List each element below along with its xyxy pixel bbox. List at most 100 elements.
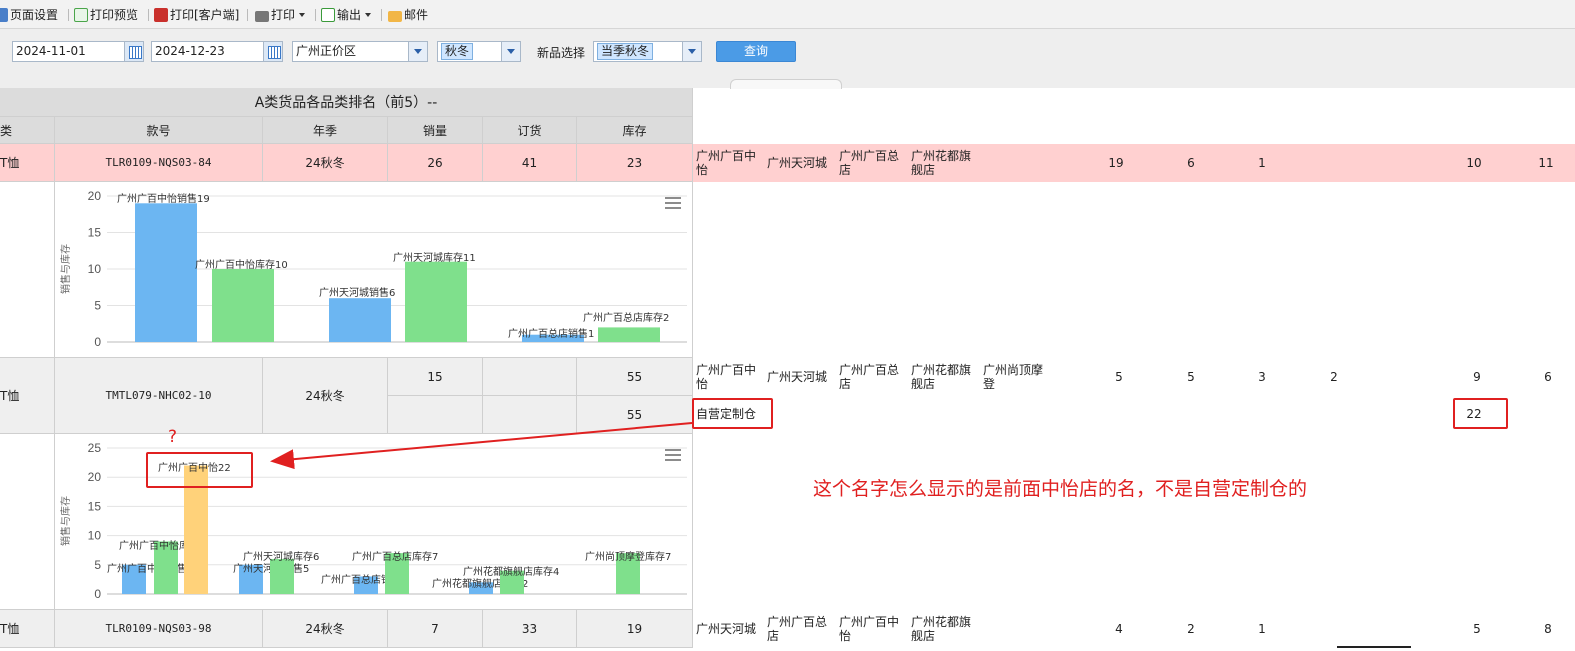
divider bbox=[247, 9, 248, 21]
row1-season: 24秋冬 bbox=[263, 144, 388, 182]
col-header-cat: 类 bbox=[0, 117, 55, 144]
row2-sku[interactable]: TMTL079-NHC02-10 bbox=[55, 358, 263, 434]
season-select[interactable]: 秋冬 bbox=[437, 41, 521, 62]
bar bbox=[270, 558, 294, 594]
region-select[interactable]: 广州正价区 bbox=[292, 41, 428, 62]
toolbar: 页面设置 打印预览 打印[客户端] 打印 输出 邮件 bbox=[0, 0, 1575, 29]
r1-num-4: 10 bbox=[1466, 156, 1482, 170]
row1-cat: T恤 bbox=[0, 144, 55, 182]
row1-sales: 26 bbox=[388, 144, 483, 182]
mail-button[interactable]: 邮件 bbox=[388, 6, 428, 24]
calendar-icon[interactable] bbox=[263, 42, 282, 61]
data-label: 广州花都旗舰店库存4 bbox=[463, 565, 559, 578]
bar bbox=[598, 327, 660, 342]
new-product-select[interactable]: 当季秋冬 bbox=[593, 41, 702, 62]
query-button[interactable]: 查询 bbox=[716, 41, 796, 62]
new-product-label: 新品选择 bbox=[537, 46, 586, 60]
y-tick-label: 10 bbox=[88, 262, 102, 276]
print-client-button[interactable]: 打印[客户端] bbox=[154, 6, 239, 24]
data-label: 广州广百中怡库存10 bbox=[195, 258, 288, 271]
chevron-down-icon[interactable] bbox=[501, 42, 520, 61]
row3-order: 33 bbox=[483, 610, 577, 648]
r1-num-5: 11 bbox=[1538, 156, 1554, 170]
arrow-icon bbox=[270, 422, 693, 470]
print-client-label: 打印[客户端] bbox=[170, 8, 240, 22]
divider bbox=[68, 9, 69, 21]
divider bbox=[148, 9, 149, 21]
bar bbox=[212, 269, 274, 342]
r1-num-3: 1 bbox=[1258, 156, 1266, 170]
mail-label: 邮件 bbox=[404, 8, 429, 22]
r2-num-4: 2 bbox=[1330, 370, 1338, 384]
r2-num-3: 3 bbox=[1258, 370, 1266, 384]
r1-store-1: 广州广百中怡 bbox=[696, 149, 757, 177]
data-label: 广州广百总店销售1 bbox=[508, 327, 594, 340]
report-table: A类货品各品类排名（前5）-- 类 款号 年季 销量 订货 库存 T恤 TLR0… bbox=[0, 88, 693, 651]
row3-cat: T恤 bbox=[0, 610, 55, 648]
chart2-left-spacer bbox=[0, 434, 55, 610]
r2-store-2: 广州天河城 bbox=[767, 370, 828, 384]
export-button[interactable]: 输出 bbox=[321, 6, 372, 24]
data-label: 广州广百总店库存7 bbox=[352, 550, 438, 563]
r2-store-1: 广州广百中怡 bbox=[696, 363, 757, 391]
y-tick-label: 25 bbox=[88, 441, 102, 455]
data-label: 广州天河城库存11 bbox=[393, 251, 476, 264]
r3-num-5: 8 bbox=[1544, 622, 1552, 636]
r3-num-4: 5 bbox=[1473, 622, 1481, 636]
chevron-down-icon bbox=[365, 13, 372, 17]
r2-store-3: 广州广百总店 bbox=[839, 363, 900, 391]
r3-store-1: 广州天河城 bbox=[696, 622, 757, 636]
r3-store-2: 广州广百总店 bbox=[767, 615, 828, 643]
data-label: 广州天河城销售6 bbox=[319, 286, 395, 299]
col-header-stock: 库存 bbox=[577, 117, 693, 144]
chevron-down-icon[interactable] bbox=[682, 42, 701, 61]
y-tick-label: 15 bbox=[88, 499, 102, 513]
print-preview-label: 打印预览 bbox=[90, 8, 139, 22]
print-label: 打印 bbox=[271, 8, 296, 22]
printer-icon bbox=[255, 11, 269, 22]
col-header-sales: 销量 bbox=[388, 117, 483, 144]
page-setup-button[interactable]: 页面设置 bbox=[0, 6, 58, 24]
row3-stock: 19 bbox=[577, 610, 693, 648]
y-tick-label: 0 bbox=[94, 335, 101, 349]
question-mark: ? bbox=[168, 427, 178, 447]
print-preview-button[interactable]: 打印预览 bbox=[74, 6, 138, 24]
row2-stock: 55 bbox=[577, 358, 693, 396]
row2-cat: T恤 bbox=[0, 358, 55, 434]
chart1-left-spacer bbox=[0, 182, 55, 358]
r2-store-5: 广州尚顶摩登 bbox=[983, 363, 1044, 391]
col-header-season: 年季 bbox=[263, 117, 388, 144]
row3-sku[interactable]: TLR0109-NQS03-98 bbox=[55, 610, 263, 648]
divider bbox=[381, 9, 382, 21]
y-tick-label: 20 bbox=[88, 470, 102, 484]
collapse-handle[interactable] bbox=[730, 79, 842, 89]
pdf-icon bbox=[154, 8, 168, 22]
chevron-down-icon[interactable] bbox=[408, 42, 427, 61]
date-to-input[interactable]: 2024-12-23 bbox=[151, 41, 283, 62]
r3-num-2: 2 bbox=[1187, 622, 1195, 636]
new-product-tag: 当季秋冬 bbox=[597, 43, 654, 60]
divider bbox=[315, 9, 316, 21]
data-label: 广州广百中怡销售19 bbox=[117, 192, 210, 205]
date-from-value: 2024-11-01 bbox=[16, 44, 86, 58]
y-tick-label: 5 bbox=[94, 299, 101, 313]
col-header-order: 订货 bbox=[483, 117, 577, 144]
row2-sales: 15 bbox=[388, 358, 483, 396]
print-button[interactable]: 打印 bbox=[255, 6, 306, 24]
page-setup-label: 页面设置 bbox=[10, 8, 59, 22]
y-tick-label: 15 bbox=[88, 226, 102, 240]
r3-store-4: 广州花都旗舰店 bbox=[911, 615, 972, 643]
calendar-icon[interactable] bbox=[124, 42, 143, 61]
r2-store-4: 广州花都旗舰店 bbox=[911, 363, 972, 391]
export-label: 输出 bbox=[337, 8, 362, 22]
bar bbox=[329, 298, 391, 342]
highlight-box bbox=[692, 398, 773, 429]
row3-sales: 7 bbox=[388, 610, 483, 648]
date-to-value: 2024-12-23 bbox=[155, 44, 225, 58]
row1-sku[interactable]: TLR0109-NQS03-84 bbox=[55, 144, 263, 182]
print-preview-icon bbox=[74, 8, 88, 22]
row1-order: 41 bbox=[483, 144, 577, 182]
highlight-box bbox=[1453, 398, 1508, 429]
date-from-input[interactable]: 2024-11-01 bbox=[12, 41, 144, 62]
r1-store-4: 广州花都旗舰店 bbox=[911, 149, 972, 177]
